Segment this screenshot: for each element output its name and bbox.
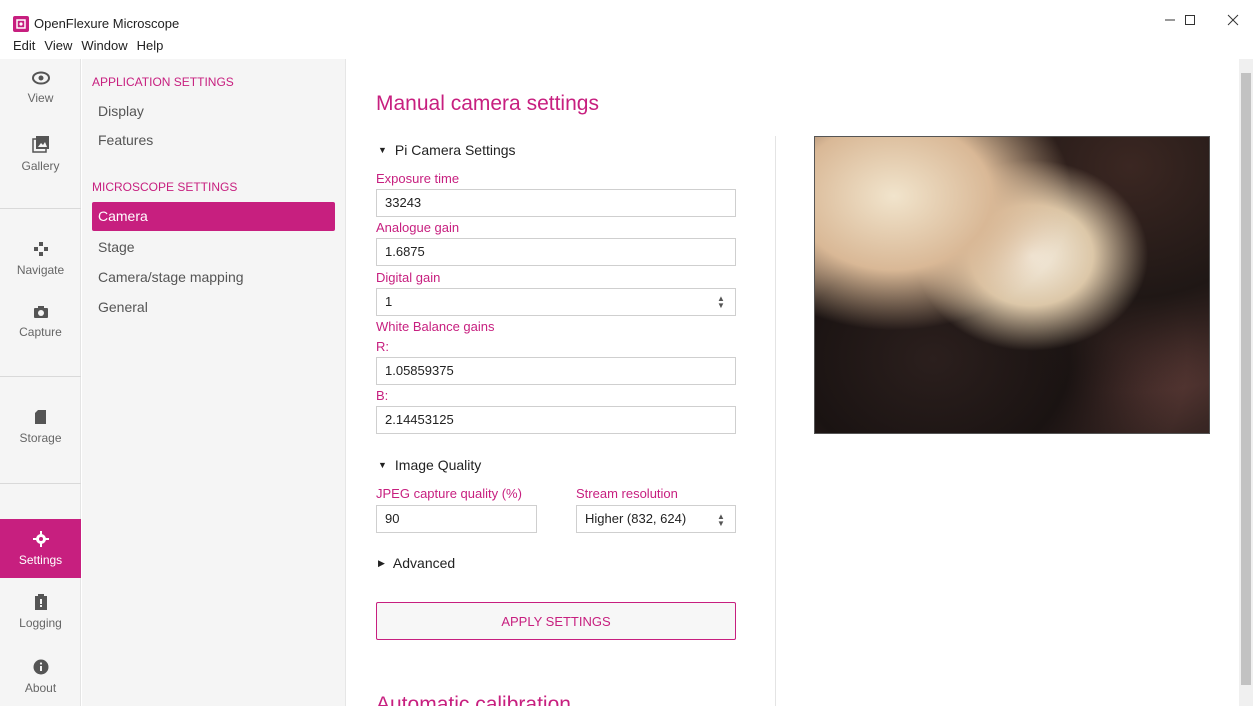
analogue-gain-label: Analogue gain: [376, 220, 460, 235]
app-logo-icon: [13, 16, 29, 32]
rail-item-navigate[interactable]: Navigate: [0, 241, 81, 285]
digital-gain-label: Digital gain: [376, 270, 441, 285]
subnav-item-stage[interactable]: Stage: [92, 233, 335, 262]
menu-window[interactable]: Window: [81, 38, 127, 58]
rail-label-about: About: [24, 681, 57, 695]
rail-divider: [0, 208, 81, 209]
digital-gain-stepper[interactable]: 1 ▲ ▼: [376, 288, 736, 316]
pi-camera-settings-toggle[interactable]: ▼ Pi Camera Settings: [378, 142, 516, 158]
menu-help[interactable]: Help: [137, 38, 164, 58]
scrollbar-thumb[interactable]: [1241, 73, 1251, 685]
caret-down-icon: ▼: [378, 460, 387, 470]
image-quality-heading: Image Quality: [394, 457, 482, 473]
eye-icon: [31, 71, 50, 85]
settings-panel: Manual camera settings ▼ Pi Camera Setti…: [347, 59, 1239, 706]
wb-r-input[interactable]: 1.05859375: [376, 357, 736, 385]
white-balance-gains-label: White Balance gains: [376, 319, 495, 334]
rail-divider: [0, 483, 81, 484]
subnav-item-camera-stage-mapping[interactable]: Camera/stage mapping: [92, 263, 335, 292]
page-title: Manual camera settings: [376, 92, 599, 115]
gear-icon: [32, 530, 49, 547]
image-quality-toggle[interactable]: ▼ Image Quality: [378, 457, 481, 473]
rail-label-logging: Logging: [19, 616, 62, 630]
subnav-item-general[interactable]: General: [92, 293, 335, 322]
minimize-icon[interactable]: [1160, 10, 1180, 30]
menu-view[interactable]: View: [44, 38, 72, 58]
apply-settings-button[interactable]: APPLY SETTINGS: [376, 602, 736, 640]
stream-resolution-select[interactable]: Higher (832, 624) ▲ ▼: [576, 505, 736, 533]
spinner-icon[interactable]: ▲ ▼: [715, 295, 727, 310]
rail-item-storage[interactable]: Storage: [0, 409, 81, 453]
rail-label-gallery: Gallery: [21, 159, 60, 173]
menu-edit[interactable]: Edit: [13, 38, 35, 58]
jpeg-quality-label: JPEG capture quality (%): [376, 486, 522, 501]
rail-label-capture: Capture: [19, 325, 62, 339]
subnav-item-camera[interactable]: Camera: [92, 202, 335, 231]
subnav-item-features[interactable]: Features: [92, 126, 335, 155]
sd-card-icon: [35, 410, 46, 424]
application-settings-heading: APPLICATION SETTINGS: [92, 75, 234, 89]
wb-b-input[interactable]: 2.14453125: [376, 406, 736, 434]
camera-preview-image: [814, 136, 1210, 434]
navigate-icon: [33, 242, 48, 256]
exposure-time-label: Exposure time: [376, 171, 460, 186]
rail-item-logging[interactable]: Logging: [0, 594, 81, 638]
close-icon[interactable]: [1223, 10, 1243, 30]
wb-b-label: B:: [376, 388, 389, 403]
scrollbar[interactable]: [1239, 59, 1253, 706]
window-title: OpenFlexure Microscope: [34, 16, 180, 31]
stream-resolution-value: Higher (832, 624): [585, 511, 687, 526]
rail-label-view: View: [27, 91, 54, 105]
analogue-gain-input[interactable]: 1.6875: [376, 238, 736, 266]
rail-item-view[interactable]: View: [0, 71, 81, 121]
maximize-icon[interactable]: [1180, 10, 1200, 30]
caret-right-icon: ▶: [378, 557, 385, 568]
wb-r-label: R:: [376, 339, 389, 354]
column-divider: [775, 136, 776, 706]
rail-label-navigate: Navigate: [16, 263, 65, 277]
digital-gain-value: 1: [385, 294, 393, 309]
pi-camera-settings-heading: Pi Camera Settings: [394, 142, 516, 158]
info-icon: [33, 659, 48, 675]
settings-subnav: APPLICATION SETTINGS Display Features MI…: [82, 59, 346, 706]
advanced-heading: Advanced: [392, 555, 456, 571]
rail-divider: [0, 376, 81, 377]
camera-icon: [33, 306, 48, 318]
select-arrows-icon: ▲ ▼: [717, 512, 725, 528]
caret-down-icon: ▼: [378, 145, 387, 155]
menu-bar: Edit View Window Help: [0, 38, 163, 58]
automatic-calibration-heading: Automatic calibration: [376, 693, 571, 706]
title-bar: OpenFlexure Microscope: [0, 0, 1253, 38]
rail-label-settings: Settings: [18, 552, 63, 567]
gallery-icon: [31, 136, 49, 153]
rail-item-about[interactable]: About: [0, 659, 81, 703]
rail-label-storage: Storage: [19, 431, 62, 445]
subnav-item-display[interactable]: Display: [92, 97, 335, 126]
stream-resolution-label: Stream resolution: [576, 486, 678, 501]
rail-item-settings[interactable]: Settings: [0, 519, 81, 578]
exposure-time-input[interactable]: 33243: [376, 189, 736, 217]
advanced-toggle[interactable]: ▶ Advanced: [378, 555, 455, 571]
microscope-settings-heading: MICROSCOPE SETTINGS: [92, 180, 238, 194]
nav-rail: View Gallery Navigate Capture Storage Se…: [0, 59, 81, 706]
jpeg-quality-input[interactable]: 90: [376, 505, 537, 533]
rail-item-gallery[interactable]: Gallery: [0, 135, 81, 185]
clipboard-icon: [34, 594, 47, 610]
rail-item-capture[interactable]: Capture: [0, 305, 81, 349]
